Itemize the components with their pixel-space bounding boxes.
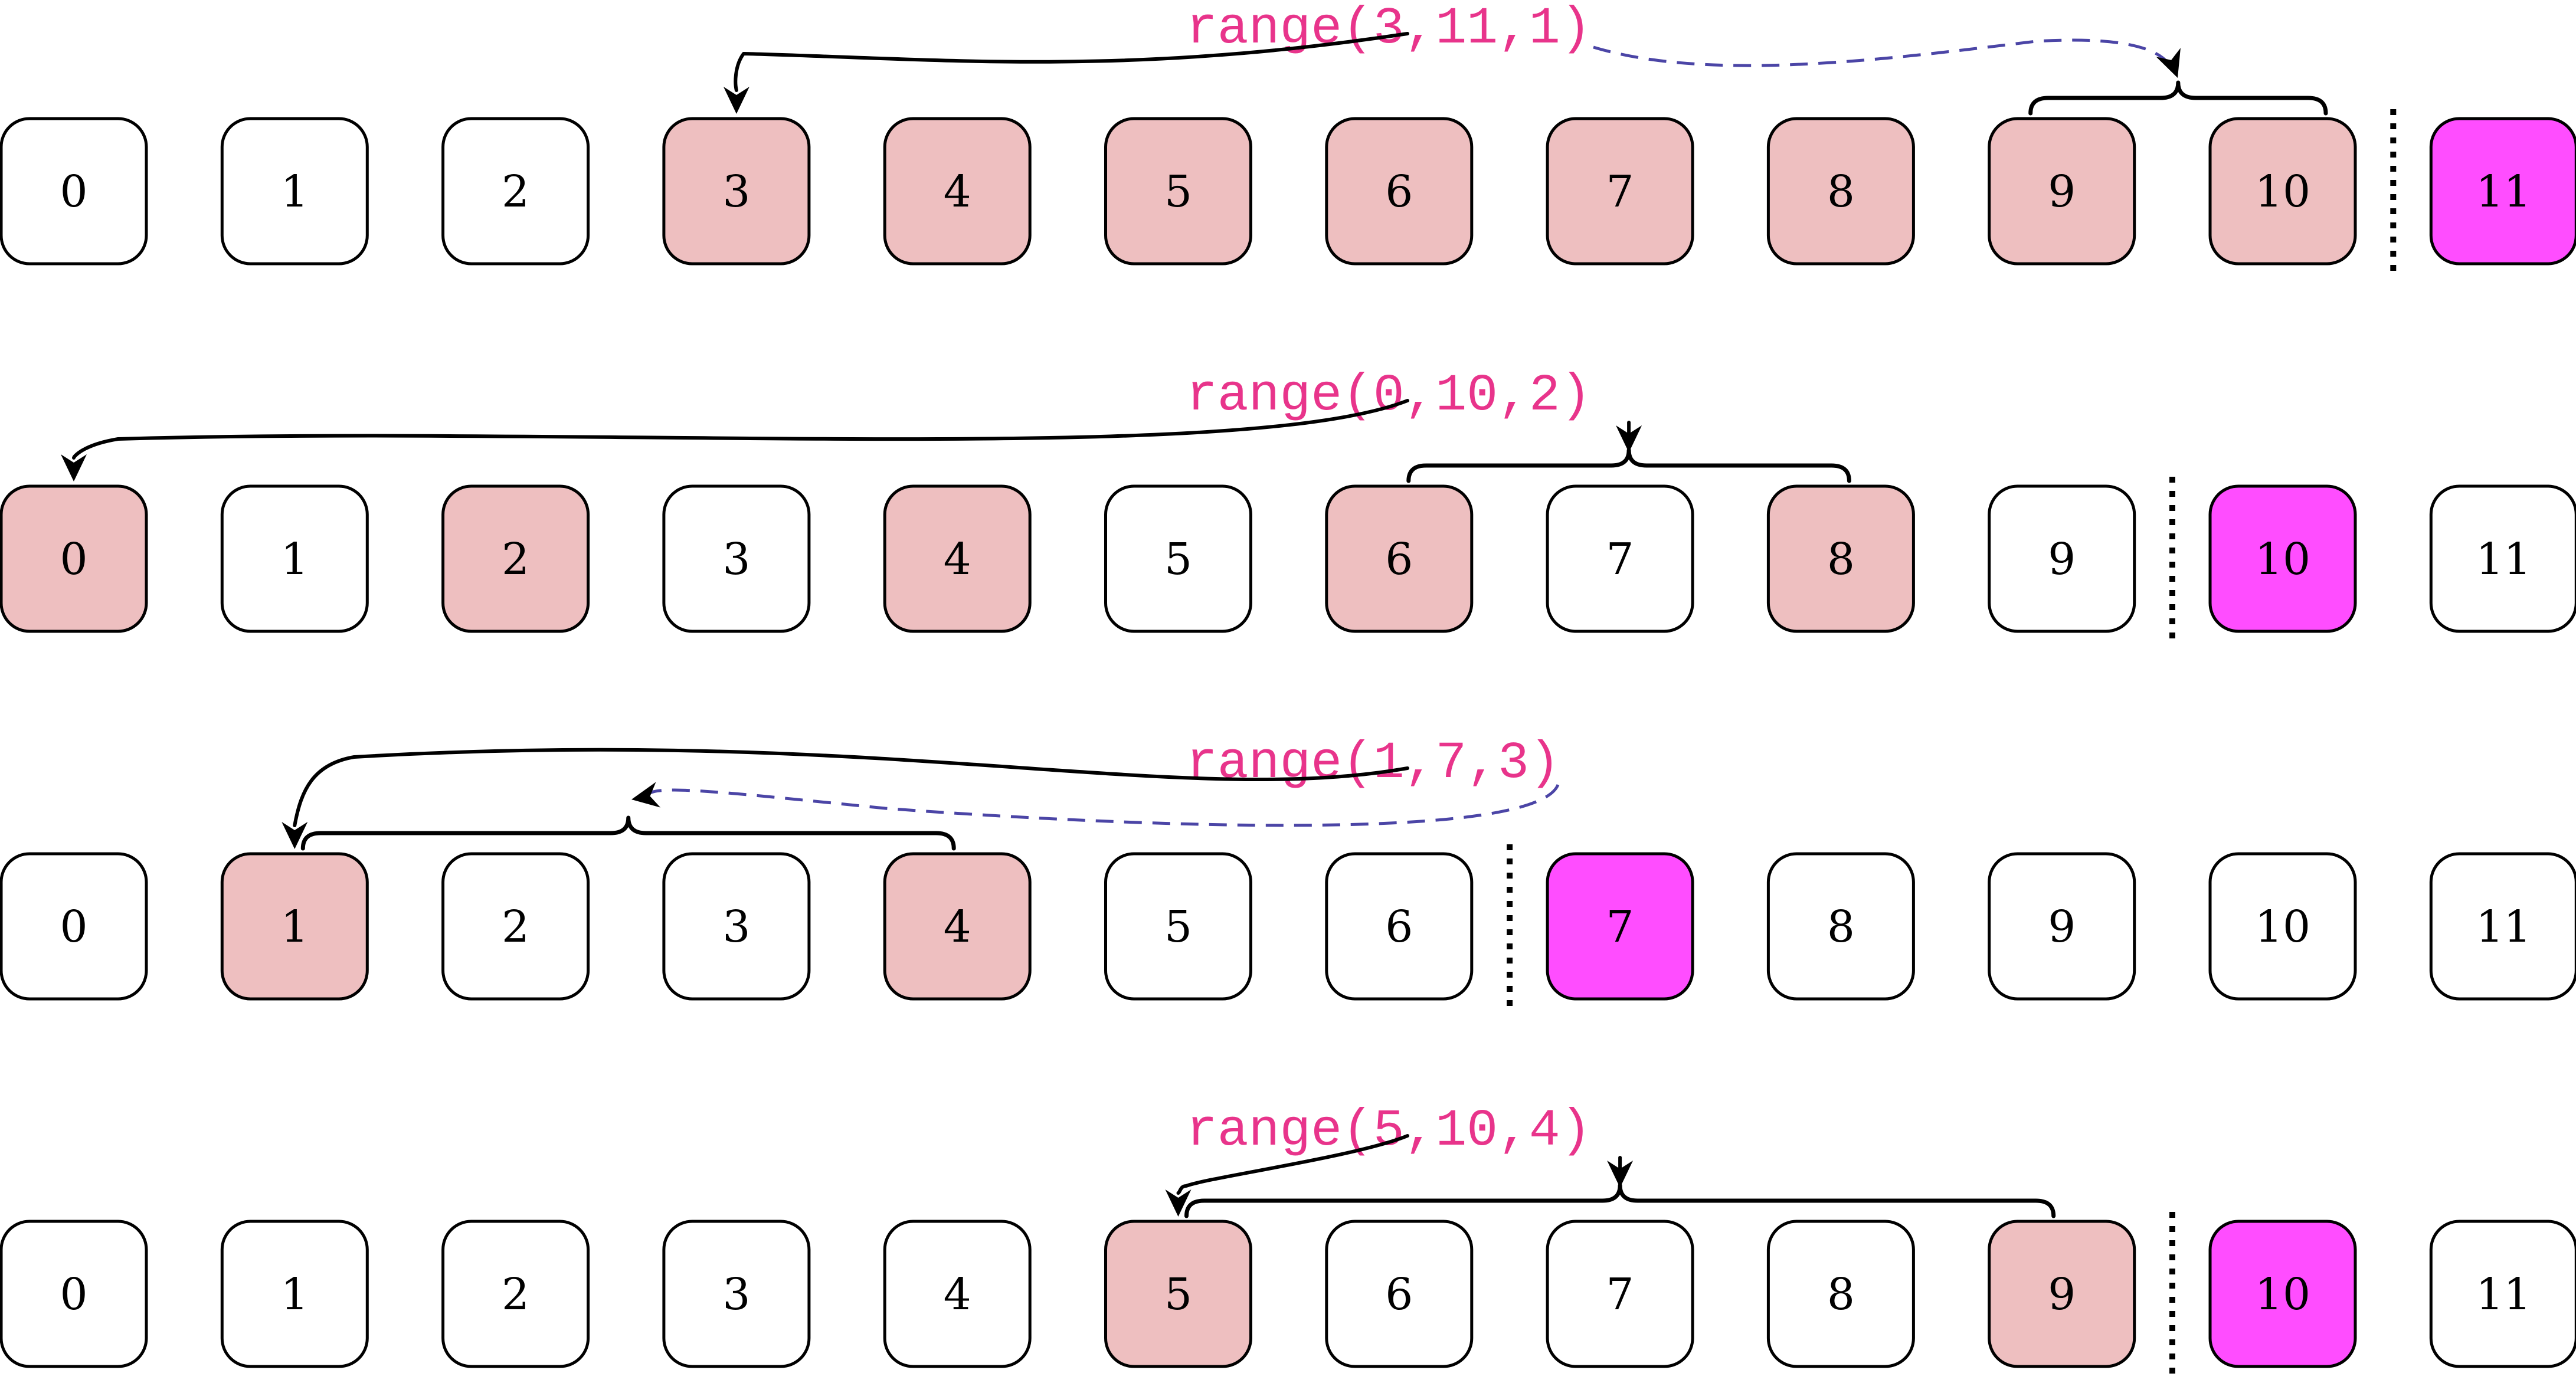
index-label: 9: [2048, 534, 2076, 585]
range-row: 0 1 2 3 4 5 6 7 8 9 10 11 range(3,11,1): [0, 0, 2576, 273]
index-label: 1: [281, 1269, 309, 1320]
index-label: 6: [1385, 1269, 1413, 1320]
index-label: 11: [2476, 1269, 2531, 1320]
index-label: 5: [1164, 534, 1192, 585]
range-row: 0 1 2 3 4 5 6 7 8 9 10 11 range(1,7,3): [0, 735, 2576, 1008]
index-label: 0: [60, 1269, 87, 1320]
index-label: 10: [2255, 1269, 2310, 1320]
index-label: 6: [1385, 166, 1413, 217]
index-label: 11: [2476, 166, 2531, 217]
index-label: 4: [944, 902, 971, 952]
index-label: 7: [1606, 1269, 1634, 1320]
index-label: 7: [1606, 166, 1634, 217]
index-label: 10: [2255, 902, 2310, 952]
index-label: 9: [2048, 166, 2076, 217]
range-row: 0 1 2 3 4 5 6 7 8 9 10 11 range(0,10,2): [0, 367, 2576, 641]
step-link-arrowhead: [2156, 48, 2181, 78]
index-label: 6: [1385, 534, 1413, 585]
index-label: 8: [1827, 902, 1855, 952]
index-label: 5: [1164, 166, 1192, 217]
index-label: 11: [2476, 534, 2531, 585]
index-label: 0: [60, 902, 87, 952]
index-label: 9: [2048, 1269, 2076, 1320]
step-link: [1593, 38, 2170, 67]
index-label: 4: [944, 166, 971, 217]
index-label: 3: [722, 166, 750, 217]
index-label: 5: [1164, 1269, 1192, 1320]
range-row: 0 1 2 3 4 5 6 7 8 9 10 11 range(5,10,4): [0, 1102, 2576, 1376]
index-label: 0: [60, 166, 87, 217]
index-label: 6: [1385, 902, 1413, 952]
index-label: 7: [1606, 534, 1634, 585]
step-brace: [1184, 1183, 2056, 1218]
index-label: 8: [1827, 1269, 1855, 1320]
index-label: 2: [502, 902, 529, 952]
index-label: 10: [2255, 166, 2310, 217]
step-brace: [2028, 80, 2328, 116]
index-label: 2: [502, 1269, 529, 1320]
step-brace: [300, 815, 956, 851]
range-call-label: range(5,10,4): [1186, 1102, 1592, 1161]
index-label: 9: [2048, 902, 2076, 952]
index-label: 2: [502, 534, 529, 585]
range-call-label: range(1,7,3): [1186, 735, 1560, 793]
step-brace: [1406, 448, 1851, 483]
index-label: 7: [1606, 902, 1634, 952]
index-label: 1: [281, 902, 309, 952]
index-label: 10: [2255, 534, 2310, 585]
index-label: 4: [944, 1269, 971, 1320]
index-label: 3: [722, 902, 750, 952]
range-call-label: range(3,11,1): [1186, 0, 1592, 58]
index-label: 11: [2476, 902, 2531, 952]
range-diagram: 0 1 2 3 4 5 6 7 8 9 10 11range(3,11,1)0 1 2 3 4 5 6 7 8 9 10 1…: [0, 0, 2576, 1376]
index-label: 4: [944, 534, 971, 585]
step-link-arrowhead: [631, 782, 661, 808]
range-call-label: range(0,10,2): [1186, 367, 1592, 425]
index-label: 1: [281, 534, 309, 585]
index-label: 8: [1827, 166, 1855, 217]
index-label: 3: [722, 534, 750, 585]
index-label: 1: [281, 166, 309, 217]
index-label: 8: [1827, 534, 1855, 585]
index-label: 0: [60, 534, 87, 585]
index-label: 2: [502, 166, 529, 217]
index-label: 5: [1164, 902, 1192, 952]
index-label: 3: [722, 1269, 750, 1320]
